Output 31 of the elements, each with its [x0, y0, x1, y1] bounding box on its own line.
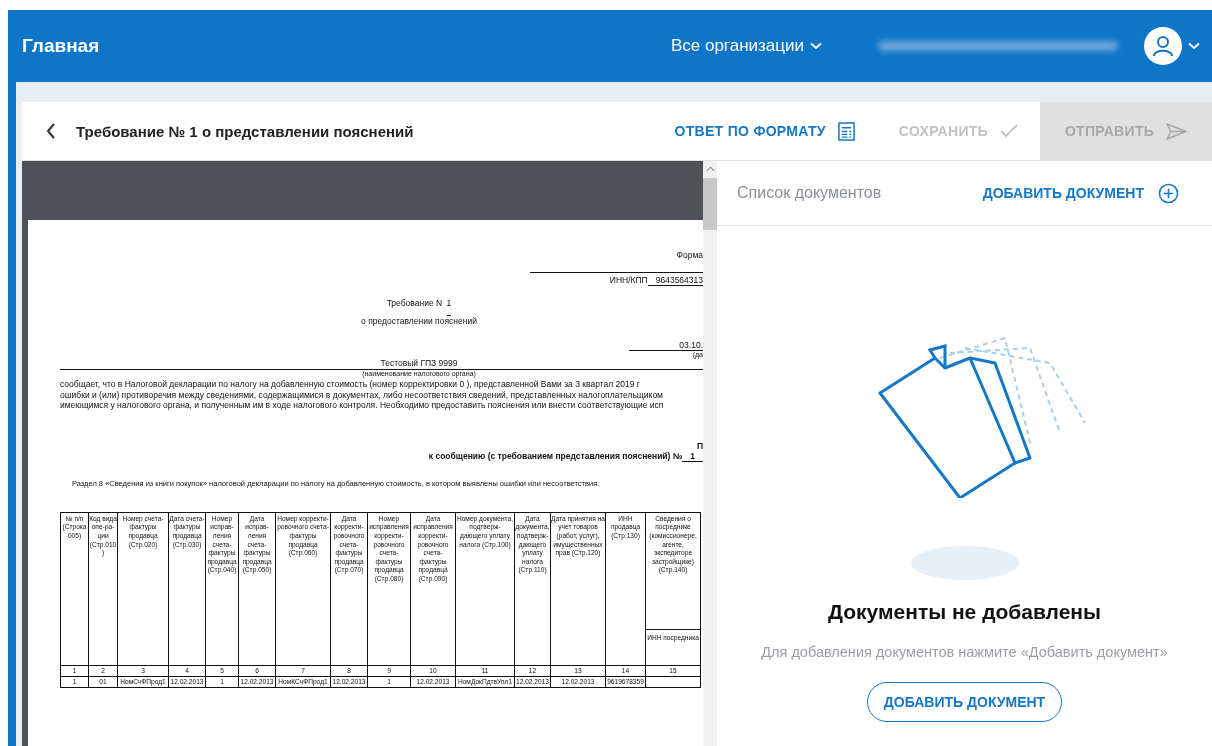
toolbar-button[interactable]: ОТВЕТ ПО ФОРМАТУ: [652, 102, 877, 160]
user-avatar-button[interactable]: [1144, 27, 1182, 65]
requirement-title: Требование N: [386, 298, 443, 310]
body-text-line: имеющимся у налогового органа, и полученным им в ходе налогового контроля. Необходимо предоставить пояснения или внести соответствующие исп: [60, 400, 665, 411]
empty-state-title: Документы не добавлены: [828, 600, 1101, 624]
check-icon: [1000, 124, 1018, 138]
inn-label: ИНН/КПП: [609, 275, 648, 286]
authority-name: Тестовый ГПЗ 9999: [380, 358, 458, 368]
send-icon: [1166, 122, 1188, 140]
table-cell: [646, 676, 701, 688]
body-text-line: ошибки и (или) противоречия между сведениями, содержащимися в документах, либо несоответствия сведений, представленных налогоплательщиком: [60, 389, 664, 401]
requirement-number: 1: [446, 298, 452, 316]
home-title[interactable]: Главная: [22, 35, 100, 57]
appendix-title: к сообщению (с требованием представления пояснений) №: [428, 450, 683, 462]
user-icon: [1151, 34, 1175, 58]
plus-circle-icon: [1158, 182, 1179, 204]
document-icon: [837, 121, 855, 141]
organization-selector[interactable]: Все организации: [670, 36, 822, 56]
page-title: Требование № 1 о представлении пояснений: [76, 122, 414, 140]
scrollbar-thumb[interactable]: [703, 178, 717, 230]
empty-state-hint: Для добавления документов нажмите «Добавить документ»: [761, 644, 1168, 660]
add-document-button[interactable]: ДОБАВИТЬ ДОКУМЕНТ: [866, 682, 1063, 722]
body-text-line: сообщает, что в Налоговой декларации по налогу на добавленную стоимость (номер корректировки 0 ), представленной Вами за 3 квартал 2019 г: [60, 379, 641, 390]
requirement-subtitle: о предоставлении пояснений: [361, 316, 477, 326]
add-document-link[interactable]: ДОБАВИТЬ ДОКУМЕНТ: [982, 182, 1179, 204]
scroll-up-icon[interactable]: [705, 166, 715, 172]
panel-title: Список документов: [737, 184, 882, 202]
appendix-heading: П: [696, 440, 703, 451]
chevron-down-icon: [810, 42, 822, 50]
form-label: Форма: [676, 250, 703, 260]
chevron-down-icon[interactable]: [1188, 42, 1200, 50]
